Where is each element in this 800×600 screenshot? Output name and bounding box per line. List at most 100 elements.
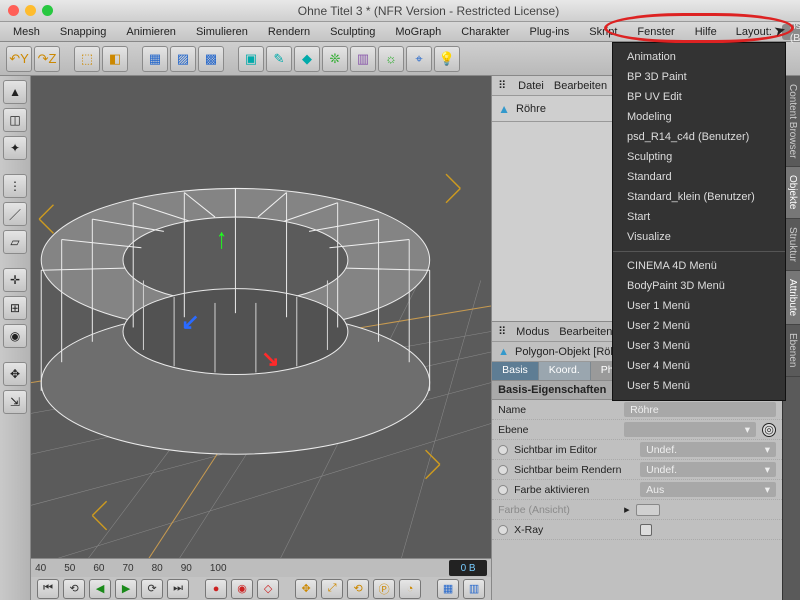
autokey-button[interactable]: ◉ bbox=[231, 579, 253, 599]
tab-basis[interactable]: Basis bbox=[492, 362, 539, 380]
x-axis-gizmo-icon[interactable]: ↘ bbox=[261, 346, 279, 372]
spline-tool-button[interactable]: ✎ bbox=[266, 46, 292, 72]
camera-button[interactable]: ⌖ bbox=[406, 46, 432, 72]
cube-primitive-button[interactable]: ◧ bbox=[102, 46, 128, 72]
generator-button[interactable]: ◆ bbox=[294, 46, 320, 72]
position-key-button[interactable]: ✥ bbox=[295, 579, 317, 599]
deformer-button[interactable]: ❊ bbox=[322, 46, 348, 72]
render-settings-button[interactable]: ▩ bbox=[198, 46, 224, 72]
maximize-window-icon[interactable] bbox=[42, 5, 53, 16]
layout-option-bp3dpaint[interactable]: BP 3D Paint bbox=[613, 67, 785, 87]
layout-option-user5[interactable]: User 5 Menü bbox=[613, 376, 785, 396]
render-view-button[interactable]: ▦ bbox=[142, 46, 168, 72]
pla-key-button[interactable]: ◔ bbox=[399, 579, 421, 599]
layout-option-start[interactable]: Start bbox=[613, 207, 785, 227]
model-mode-button[interactable]: ▲ bbox=[3, 80, 27, 104]
menu-help[interactable]: Hilfe bbox=[688, 24, 724, 40]
keymode-2-button[interactable]: ▥ bbox=[463, 579, 485, 599]
keyframe-button[interactable]: ◇ bbox=[257, 579, 279, 599]
anim-dot-icon[interactable] bbox=[498, 465, 508, 475]
primitive-cube-button[interactable]: ▣ bbox=[238, 46, 264, 72]
menu-mesh[interactable]: Mesh bbox=[6, 24, 47, 40]
layout-option-user3[interactable]: User 3 Menü bbox=[613, 336, 785, 356]
layer-picker-icon[interactable]: ◎ bbox=[762, 423, 776, 437]
snap-button[interactable]: ⊞ bbox=[3, 296, 27, 320]
layout-option-sculpting[interactable]: Sculpting bbox=[613, 147, 785, 167]
layout-option-user2[interactable]: User 2 Menü bbox=[613, 316, 785, 336]
layout-option-visualize[interactable]: Visualize bbox=[613, 227, 785, 247]
play-forward-button[interactable]: ▶ bbox=[115, 579, 137, 599]
close-window-icon[interactable] bbox=[8, 5, 19, 16]
layout-option-psd[interactable]: psd_R14_c4d (Benutzer) bbox=[613, 127, 785, 147]
menu-render[interactable]: Rendern bbox=[261, 24, 317, 40]
texture-mode-button[interactable]: ◫ bbox=[3, 108, 27, 132]
soft-select-button[interactable]: ◉ bbox=[3, 324, 27, 348]
menu-simulate[interactable]: Simulieren bbox=[189, 24, 255, 40]
layout-option-bpuvedit[interactable]: BP UV Edit bbox=[613, 87, 785, 107]
layout-option-c4d-menu[interactable]: CINEMA 4D Menü bbox=[613, 256, 785, 276]
render-active-button[interactable]: ▨ bbox=[170, 46, 196, 72]
rotation-key-button[interactable]: ⟲ bbox=[347, 579, 369, 599]
y-axis-gizmo-icon[interactable]: ↑ bbox=[216, 222, 227, 256]
param-key-button[interactable]: Ⓟ bbox=[373, 579, 395, 599]
menu-character[interactable]: Charakter bbox=[454, 24, 516, 40]
obj-menu-file[interactable]: Datei bbox=[518, 80, 544, 92]
scale-key-button[interactable]: ⤢ bbox=[321, 579, 343, 599]
play-back-button[interactable]: ◀ bbox=[89, 579, 111, 599]
xray-checkbox[interactable] bbox=[640, 524, 652, 536]
anim-dot-icon[interactable] bbox=[498, 485, 508, 495]
perspective-viewport[interactable]: ↑ ↘ ↙ bbox=[31, 76, 491, 558]
layout-option-user4[interactable]: User 4 Menü bbox=[613, 356, 785, 376]
menu-plugins[interactable]: Plug-ins bbox=[523, 24, 577, 40]
minimize-window-icon[interactable] bbox=[25, 5, 36, 16]
attr-menu-mode[interactable]: Modus bbox=[516, 326, 549, 338]
redo-button[interactable]: ↷Z bbox=[34, 46, 60, 72]
menu-window[interactable]: Fenster bbox=[630, 24, 681, 40]
edges-mode-button[interactable]: ／ bbox=[3, 202, 27, 226]
select-tool-button[interactable]: ⬚ bbox=[74, 46, 100, 72]
normals-button[interactable]: ⇲ bbox=[3, 390, 27, 414]
environment-button[interactable]: ☼ bbox=[378, 46, 404, 72]
anim-dot-icon[interactable] bbox=[498, 525, 508, 535]
menu-snapping[interactable]: Snapping bbox=[53, 24, 114, 40]
axis-button[interactable]: ✛ bbox=[3, 268, 27, 292]
layout-option-bodypaint-menu[interactable]: BodyPaint 3D Menü bbox=[613, 276, 785, 296]
array-button[interactable]: ▥ bbox=[350, 46, 376, 72]
layer-dropdown[interactable] bbox=[624, 422, 756, 437]
name-input[interactable]: Röhre bbox=[624, 402, 776, 417]
menu-animate[interactable]: Animieren bbox=[119, 24, 183, 40]
tweak-button[interactable]: ✥ bbox=[3, 362, 27, 386]
undo-button[interactable]: ↶Y bbox=[6, 46, 32, 72]
render-visibility-dropdown[interactable]: Undef. bbox=[640, 462, 776, 477]
step-back-button[interactable]: ⟲ bbox=[63, 579, 85, 599]
editor-visibility-dropdown[interactable]: Undef. bbox=[640, 442, 776, 457]
record-button[interactable]: ● bbox=[205, 579, 227, 599]
goto-end-button[interactable]: ⏭ bbox=[167, 579, 189, 599]
tab-coord[interactable]: Koord. bbox=[539, 362, 591, 380]
anim-dot-icon[interactable] bbox=[498, 445, 508, 455]
light-button[interactable]: 💡 bbox=[434, 46, 460, 72]
keymode-1-button[interactable]: ▦ bbox=[437, 579, 459, 599]
menu-script[interactable]: Skript bbox=[582, 24, 624, 40]
layout-option-animation[interactable]: Animation bbox=[613, 47, 785, 67]
goto-start-button[interactable]: ⏮ bbox=[37, 579, 59, 599]
layout-option-standard-klein[interactable]: Standard_klein (Benutzer) bbox=[613, 187, 785, 207]
step-forward-button[interactable]: ⟳ bbox=[141, 579, 163, 599]
polygons-mode-button[interactable]: ▱ bbox=[3, 230, 27, 254]
obj-menu-edit[interactable]: Bearbeiten bbox=[554, 80, 607, 92]
layout-option-standard[interactable]: Standard bbox=[613, 167, 785, 187]
timeline-ruler[interactable]: 40 50 60 70 80 90 100 0 B bbox=[31, 559, 491, 577]
z-axis-gizmo-icon[interactable]: ↙ bbox=[181, 309, 199, 335]
object-name[interactable]: Röhre bbox=[516, 103, 546, 115]
attr-menu-edit[interactable]: Bearbeiten bbox=[559, 326, 612, 338]
layout-option-modeling[interactable]: Modeling bbox=[613, 107, 785, 127]
color-enable-dropdown[interactable]: Aus bbox=[640, 482, 776, 497]
workplane-button[interactable]: ✦ bbox=[3, 136, 27, 160]
grip-icon[interactable]: ⠿ bbox=[498, 325, 506, 338]
layout-option-user1[interactable]: User 1 Menü bbox=[613, 296, 785, 316]
color-swatch[interactable] bbox=[636, 504, 660, 516]
menu-mograph[interactable]: MoGraph bbox=[388, 24, 448, 40]
menu-sculpting[interactable]: Sculpting bbox=[323, 24, 382, 40]
points-mode-button[interactable]: ⋮ bbox=[3, 174, 27, 198]
grip-icon[interactable]: ⠿ bbox=[498, 79, 508, 92]
